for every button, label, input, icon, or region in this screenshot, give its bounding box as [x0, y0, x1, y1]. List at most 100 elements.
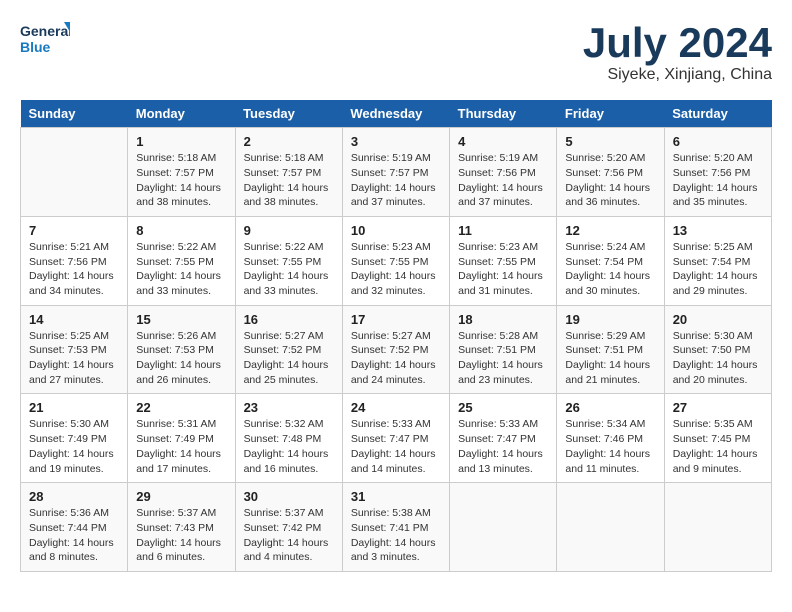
cell-info: Sunrise: 5:30 AMSunset: 7:49 PMDaylight:… [29, 417, 119, 476]
cell-info: Sunrise: 5:20 AMSunset: 7:56 PMDaylight:… [673, 151, 763, 210]
calendar-cell: 20 Sunrise: 5:30 AMSunset: 7:50 PMDayligh… [664, 305, 771, 394]
cell-info: Sunrise: 5:25 AMSunset: 7:53 PMDaylight:… [29, 329, 119, 388]
cell-info: Sunrise: 5:28 AMSunset: 7:51 PMDaylight:… [458, 329, 548, 388]
calendar-cell: 1 Sunrise: 5:18 AMSunset: 7:57 PMDaylight… [128, 128, 235, 217]
calendar-cell: 13 Sunrise: 5:25 AMSunset: 7:54 PMDayligh… [664, 216, 771, 305]
cell-info: Sunrise: 5:23 AMSunset: 7:55 PMDaylight:… [351, 240, 441, 299]
day-number: 18 [458, 312, 548, 327]
logo: General Blue [20, 20, 70, 62]
calendar-cell: 29 Sunrise: 5:37 AMSunset: 7:43 PMDayligh… [128, 483, 235, 572]
logo-svg: General Blue [20, 20, 70, 62]
day-number: 12 [565, 223, 655, 238]
calendar-cell: 15 Sunrise: 5:26 AMSunset: 7:53 PMDayligh… [128, 305, 235, 394]
day-number: 17 [351, 312, 441, 327]
day-number: 8 [136, 223, 226, 238]
cell-info: Sunrise: 5:30 AMSunset: 7:50 PMDaylight:… [673, 329, 763, 388]
calendar-cell [664, 483, 771, 572]
month-title: July 2024 [583, 20, 772, 66]
day-number: 13 [673, 223, 763, 238]
day-number: 14 [29, 312, 119, 327]
calendar-cell: 4Sunrise: 5:19 AMSunset: 7:56 PMDaylight… [450, 128, 557, 217]
page-header: General Blue July 2024 Siyeke, Xinjiang,… [20, 20, 772, 84]
cell-info: Sunrise: 5:37 AMSunset: 7:43 PMDaylight:… [136, 506, 226, 565]
cell-info: Sunrise: 5:21 AMSunset: 7:56 PMDaylight:… [29, 240, 119, 299]
cell-info: Sunrise: 5:22 AMSunset: 7:55 PMDaylight:… [136, 240, 226, 299]
day-number: 21 [29, 400, 119, 415]
calendar-cell: 26 Sunrise: 5:34 AMSunset: 7:46 PMDayligh… [557, 394, 664, 483]
calendar-cell: 18 Sunrise: 5:28 AMSunset: 7:51 PMDayligh… [450, 305, 557, 394]
calendar-cell: 11 Sunrise: 5:23 AMSunset: 7:55 PMDayligh… [450, 216, 557, 305]
cell-info: Sunrise: 5:26 AMSunset: 7:53 PMDaylight:… [136, 329, 226, 388]
week-row-3: 14 Sunrise: 5:25 AMSunset: 7:53 PMDayligh… [21, 305, 772, 394]
day-number: 10 [351, 223, 441, 238]
day-number: 22 [136, 400, 226, 415]
cell-info: Sunrise: 5:25 AMSunset: 7:54 PMDaylight:… [673, 240, 763, 299]
week-row-5: 28Sunrise: 5:36 AMSunset: 7:44 PMDayligh… [21, 483, 772, 572]
week-row-2: 7Sunrise: 5:21 AMSunset: 7:56 PMDaylight… [21, 216, 772, 305]
calendar-cell: 2 Sunrise: 5:18 AMSunset: 7:57 PMDaylight… [235, 128, 342, 217]
day-number: 29 [136, 489, 226, 504]
day-number: 25 [458, 400, 548, 415]
header-row: SundayMondayTuesdayWednesdayThursdayFrid… [21, 100, 772, 128]
calendar-cell: 16 Sunrise: 5:27 AMSunset: 7:52 PMDayligh… [235, 305, 342, 394]
week-row-4: 21 Sunrise: 5:30 AMSunset: 7:49 PMDayligh… [21, 394, 772, 483]
cell-info: Sunrise: 5:32 AMSunset: 7:48 PMDaylight:… [244, 417, 334, 476]
day-header-thursday: Thursday [450, 100, 557, 128]
calendar-cell: 7Sunrise: 5:21 AMSunset: 7:56 PMDaylight… [21, 216, 128, 305]
svg-text:Blue: Blue [20, 39, 51, 55]
calendar-cell: 19 Sunrise: 5:29 AMSunset: 7:51 PMDayligh… [557, 305, 664, 394]
calendar-cell: 8 Sunrise: 5:22 AMSunset: 7:55 PMDaylight… [128, 216, 235, 305]
day-header-wednesday: Wednesday [342, 100, 449, 128]
cell-info: Sunrise: 5:22 AMSunset: 7:55 PMDaylight:… [244, 240, 334, 299]
calendar-cell: 22 Sunrise: 5:31 AMSunset: 7:49 PMDayligh… [128, 394, 235, 483]
calendar-cell: 12 Sunrise: 5:24 AMSunset: 7:54 PMDayligh… [557, 216, 664, 305]
cell-info: Sunrise: 5:18 AMSunset: 7:57 PMDaylight:… [136, 151, 226, 210]
day-number: 11 [458, 223, 548, 238]
day-number: 30 [244, 489, 334, 504]
calendar-cell: 14 Sunrise: 5:25 AMSunset: 7:53 PMDayligh… [21, 305, 128, 394]
day-number: 16 [244, 312, 334, 327]
location: Siyeke, Xinjiang, China [583, 66, 772, 84]
cell-info: Sunrise: 5:38 AMSunset: 7:41 PMDaylight:… [351, 506, 441, 565]
day-number: 23 [244, 400, 334, 415]
cell-info: Sunrise: 5:33 AMSunset: 7:47 PMDaylight:… [458, 417, 548, 476]
day-number: 5 [565, 134, 655, 149]
cell-info: Sunrise: 5:35 AMSunset: 7:45 PMDaylight:… [673, 417, 763, 476]
cell-info: Sunrise: 5:29 AMSunset: 7:51 PMDaylight:… [565, 329, 655, 388]
day-number: 6 [673, 134, 763, 149]
cell-info: Sunrise: 5:27 AMSunset: 7:52 PMDaylight:… [351, 329, 441, 388]
calendar-cell: 3 Sunrise: 5:19 AMSunset: 7:57 PMDaylight… [342, 128, 449, 217]
calendar-cell: 5 Sunrise: 5:20 AMSunset: 7:56 PMDaylight… [557, 128, 664, 217]
day-number: 1 [136, 134, 226, 149]
day-number: 15 [136, 312, 226, 327]
day-number: 2 [244, 134, 334, 149]
calendar-cell: 6 Sunrise: 5:20 AMSunset: 7:56 PMDaylight… [664, 128, 771, 217]
day-number: 19 [565, 312, 655, 327]
title-block: July 2024 Siyeke, Xinjiang, China [583, 20, 772, 84]
calendar-cell: 28Sunrise: 5:36 AMSunset: 7:44 PMDayligh… [21, 483, 128, 572]
calendar-cell [21, 128, 128, 217]
day-number: 20 [673, 312, 763, 327]
cell-info: Sunrise: 5:23 AMSunset: 7:55 PMDaylight:… [458, 240, 548, 299]
cell-info: Sunrise: 5:31 AMSunset: 7:49 PMDaylight:… [136, 417, 226, 476]
calendar-cell: 21 Sunrise: 5:30 AMSunset: 7:49 PMDayligh… [21, 394, 128, 483]
cell-info: Sunrise: 5:20 AMSunset: 7:56 PMDaylight:… [565, 151, 655, 210]
day-number: 26 [565, 400, 655, 415]
cell-info: Sunrise: 5:34 AMSunset: 7:46 PMDaylight:… [565, 417, 655, 476]
day-header-monday: Monday [128, 100, 235, 128]
day-header-sunday: Sunday [21, 100, 128, 128]
calendar-cell: 24Sunrise: 5:33 AMSunset: 7:47 PMDayligh… [342, 394, 449, 483]
cell-info: Sunrise: 5:33 AMSunset: 7:47 PMDaylight:… [351, 417, 441, 476]
svg-text:General: General [20, 23, 70, 39]
cell-info: Sunrise: 5:18 AMSunset: 7:57 PMDaylight:… [244, 151, 334, 210]
cell-info: Sunrise: 5:19 AMSunset: 7:56 PMDaylight:… [458, 151, 548, 210]
cell-info: Sunrise: 5:24 AMSunset: 7:54 PMDaylight:… [565, 240, 655, 299]
day-number: 27 [673, 400, 763, 415]
calendar-cell: 10 Sunrise: 5:23 AMSunset: 7:55 PMDayligh… [342, 216, 449, 305]
cell-info: Sunrise: 5:19 AMSunset: 7:57 PMDaylight:… [351, 151, 441, 210]
day-number: 3 [351, 134, 441, 149]
calendar-cell: 25 Sunrise: 5:33 AMSunset: 7:47 PMDayligh… [450, 394, 557, 483]
day-header-friday: Friday [557, 100, 664, 128]
cell-info: Sunrise: 5:27 AMSunset: 7:52 PMDaylight:… [244, 329, 334, 388]
calendar-cell [450, 483, 557, 572]
